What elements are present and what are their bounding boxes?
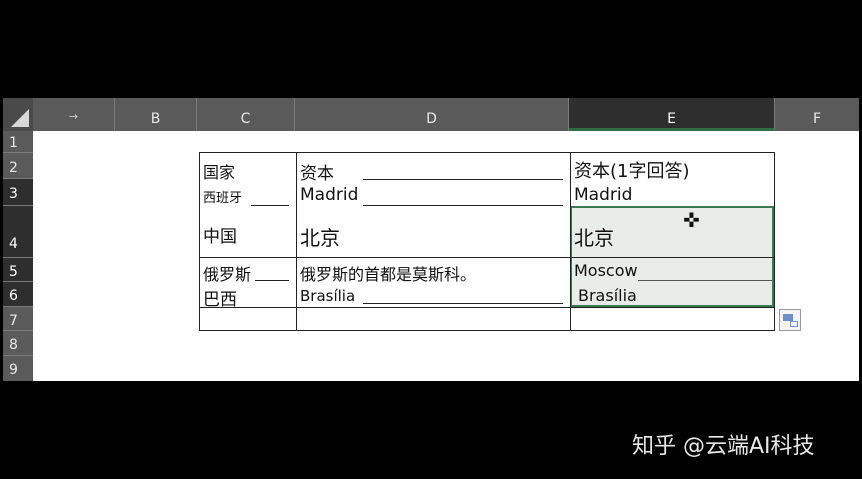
quick-analysis-icon[interactable] bbox=[779, 309, 801, 331]
table-border-cd bbox=[296, 152, 297, 331]
row-header-1[interactable]: 1 bbox=[3, 131, 33, 153]
cell-d4[interactable]: 北京 bbox=[300, 222, 340, 251]
row-header-5[interactable]: 5 bbox=[3, 258, 33, 282]
row-header-column: 1 2 3 4 5 6 7 8 9 bbox=[3, 131, 33, 381]
cell-grid[interactable]: 国家 资本 资本(1字回答) 西班牙 Madrid Madrid 中国 北京 北… bbox=[33, 131, 859, 381]
quick-analysis-block-icon bbox=[783, 314, 793, 321]
column-header-d[interactable]: D bbox=[295, 98, 569, 131]
table-border-de bbox=[570, 152, 571, 331]
column-header-row: → B C D E F bbox=[3, 98, 859, 131]
row-header-9[interactable]: 9 bbox=[3, 356, 33, 381]
cell-underline-d3 bbox=[363, 205, 563, 206]
cell-underline-c3 bbox=[251, 205, 289, 206]
row-header-7[interactable]: 7 bbox=[3, 307, 33, 331]
column-header-f[interactable]: F bbox=[775, 98, 859, 131]
cell-c5[interactable]: 俄罗斯 bbox=[203, 261, 251, 285]
watermark: 知乎 @云端AI科技 bbox=[632, 428, 815, 460]
cell-d2[interactable]: 资本 bbox=[300, 159, 334, 184]
quick-analysis-frame-icon bbox=[790, 321, 798, 327]
cell-c2[interactable]: 国家 bbox=[203, 159, 235, 183]
row-header-4[interactable]: 4 bbox=[3, 206, 33, 258]
cell-c6[interactable]: 巴西 bbox=[203, 285, 237, 310]
row-header-2[interactable]: 2 bbox=[3, 153, 33, 179]
spreadsheet: → B C D E F 1 2 3 4 5 6 7 8 9 国家 资本 资本(1… bbox=[3, 98, 859, 381]
cell-cursor-icon: ✜ bbox=[683, 208, 700, 232]
cell-underline-e5 bbox=[638, 280, 772, 281]
row-header-8[interactable]: 8 bbox=[3, 331, 33, 356]
watermark-text: 知乎 @云端AI科技 bbox=[632, 434, 815, 459]
cell-underline-d6 bbox=[363, 303, 563, 304]
cell-d5[interactable]: 俄罗斯的首都是莫斯科。 bbox=[300, 261, 476, 285]
table-border-bottom bbox=[199, 330, 775, 331]
cell-c4[interactable]: 中国 bbox=[203, 222, 237, 247]
column-header-c[interactable]: C bbox=[197, 98, 295, 131]
screen: → B C D E F 1 2 3 4 5 6 7 8 9 国家 资本 资本(1… bbox=[0, 0, 862, 479]
select-all-button[interactable] bbox=[3, 98, 33, 131]
cell-e3[interactable]: Madrid bbox=[574, 185, 632, 205]
table-border-row4 bbox=[199, 257, 775, 258]
table-border-left bbox=[199, 152, 200, 331]
table-border-mid bbox=[199, 307, 775, 308]
cell-d6[interactable]: Brasília bbox=[300, 287, 355, 305]
column-header-e[interactable]: E bbox=[569, 98, 775, 131]
cell-e6[interactable]: Brasília bbox=[578, 286, 637, 305]
cell-e2[interactable]: 资本(1字回答) bbox=[574, 157, 690, 183]
column-header-b[interactable]: B bbox=[115, 98, 197, 131]
select-all-triangle-icon bbox=[11, 109, 29, 127]
cell-e5[interactable]: Moscow bbox=[574, 261, 638, 280]
table-border-right bbox=[774, 152, 775, 331]
cell-underline-c5 bbox=[255, 280, 289, 281]
cell-c3[interactable]: 西班牙 bbox=[203, 187, 242, 206]
cell-e4[interactable]: 北京 bbox=[574, 222, 614, 251]
cell-underline-d2 bbox=[363, 179, 563, 180]
column-header-a[interactable]: → bbox=[33, 98, 115, 131]
row-header-3[interactable]: 3 bbox=[3, 179, 33, 206]
cell-d3[interactable]: Madrid bbox=[300, 185, 358, 205]
table-border-top bbox=[199, 152, 775, 153]
row-header-6[interactable]: 6 bbox=[3, 282, 33, 307]
